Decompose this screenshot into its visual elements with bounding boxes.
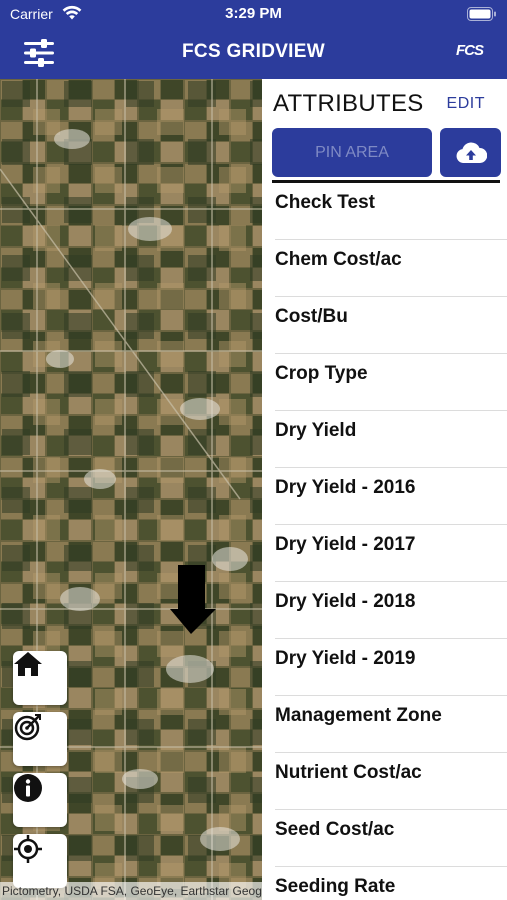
attribute-item[interactable]: Dry Yield - 2018 — [262, 582, 507, 639]
attribute-label: Seeding Rate — [275, 876, 396, 897]
attribute-label: Dry Yield — [275, 420, 357, 441]
battery-icon — [467, 7, 496, 21]
locate-button[interactable] — [13, 834, 67, 888]
map-attribution: Pictometry, USDA FSA, GeoEye, Earthstar … — [0, 882, 262, 900]
attribute-item[interactable]: Management Zone — [262, 696, 507, 753]
edit-button[interactable]: EDIT — [447, 95, 485, 113]
attribute-label: Dry Yield - 2016 — [275, 477, 416, 498]
attribute-item[interactable]: Chem Cost/ac — [262, 240, 507, 297]
attributes-title: ATTRIBUTES — [273, 90, 424, 117]
info-button[interactable] — [13, 773, 67, 827]
attribute-label: Nutrient Cost/ac — [275, 762, 422, 783]
target-icon — [14, 714, 41, 741]
attribute-item[interactable]: Dry Yield — [262, 411, 507, 468]
status-bar: Carrier 3:29 PM — [0, 0, 507, 28]
home-button[interactable] — [13, 651, 67, 705]
attribute-item[interactable]: Cost/Bu — [262, 297, 507, 354]
attribute-item[interactable]: Dry Yield - 2019 — [262, 639, 507, 696]
attributes-panel: ATTRIBUTES EDIT PIN AREA Check Test Chem… — [262, 79, 507, 900]
attribute-label: Dry Yield - 2018 — [275, 591, 416, 612]
app-title: FCS GRIDVIEW — [182, 41, 325, 62]
attribute-item[interactable]: Crop Type — [262, 354, 507, 411]
attribute-label: Management Zone — [275, 705, 442, 726]
attribute-label: Check Test — [275, 192, 375, 213]
target-button[interactable] — [13, 712, 67, 766]
nav-bar: FCS GRIDVIEW FCS — [0, 28, 507, 79]
brand-logo: FCS — [456, 42, 484, 59]
attribute-item[interactable]: Nutrient Cost/ac — [262, 753, 507, 810]
attribute-label: Cost/Bu — [275, 306, 348, 327]
upload-button[interactable] — [440, 128, 501, 177]
home-icon — [14, 652, 42, 676]
top-bar: Carrier 3:29 PM FCS GRIDVIEW FCS — [0, 0, 507, 79]
info-icon — [14, 774, 42, 802]
status-time: 3:29 PM — [225, 5, 282, 22]
pin-area-button[interactable]: PIN AREA — [272, 128, 432, 177]
attribute-item[interactable]: Dry Yield - 2017 — [262, 525, 507, 582]
attribute-item[interactable]: Seed Cost/ac — [262, 810, 507, 867]
attributes-list: Check Test Chem Cost/ac Cost/Bu Crop Typ… — [262, 183, 507, 900]
attribute-label: Dry Yield - 2019 — [275, 648, 416, 669]
attribute-item[interactable]: Dry Yield - 2016 — [262, 468, 507, 525]
attribute-item[interactable]: Seeding Rate — [262, 867, 507, 900]
satellite-map[interactable]: Pictometry, USDA FSA, GeoEye, Earthstar … — [0, 79, 262, 900]
locate-icon — [14, 835, 42, 863]
attribute-label: Dry Yield - 2017 — [275, 534, 416, 555]
attribute-label: Chem Cost/ac — [275, 249, 402, 270]
pin-area-label: PIN AREA — [315, 143, 389, 161]
cloud-upload-icon — [456, 141, 487, 163]
attribute-item[interactable]: Check Test — [262, 183, 507, 240]
attribute-label: Crop Type — [275, 363, 368, 384]
attribute-label: Seed Cost/ac — [275, 819, 395, 840]
